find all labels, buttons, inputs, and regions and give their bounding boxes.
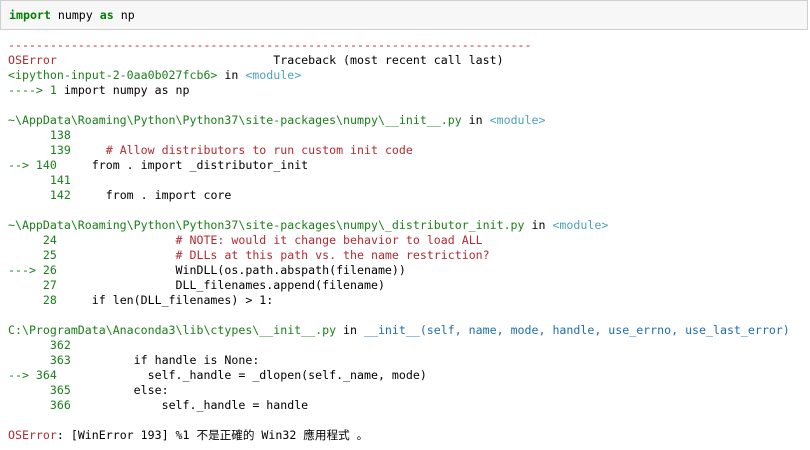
module-name: numpy	[50, 8, 100, 22]
line-arrow	[8, 278, 43, 292]
line-arrow	[8, 128, 50, 142]
final-error: OSError: [WinError 193] %1 不是正確的 Win32 應…	[8, 428, 810, 443]
line-arrow	[8, 383, 50, 397]
line-code: self._handle = _dlopen(self._name, mode)	[56, 368, 427, 382]
line-arrow: -->	[8, 158, 36, 172]
code-input-cell[interactable]: import numpy as np	[0, 0, 808, 30]
error-type: OSError	[8, 53, 57, 67]
frame-file: ~\AppData\Roaming\Python\Python37\site-p…	[8, 113, 462, 127]
line-number: 26	[42, 263, 57, 277]
code-line-current: --> 140 from . import _distributor_init	[8, 158, 810, 173]
traceback-title: Traceback (most recent call last)	[56, 53, 504, 67]
code-line: 142 from . import core	[8, 188, 810, 203]
code-line: 24 # NOTE: would it change behavior to l…	[8, 233, 810, 248]
line-number: 365	[49, 383, 71, 397]
frame-location: ~\AppData\Roaming\Python\Python37\site-p…	[8, 218, 810, 233]
line-code: if handle is None:	[70, 353, 260, 367]
line-number: 141	[49, 173, 71, 187]
frame-location: <ipython-input-2-0aa0b027fcb6> in <modul…	[8, 68, 810, 83]
line-arrow	[8, 188, 50, 202]
traceback-header: OSError Traceback (most recent call last…	[8, 53, 810, 68]
line-arrow	[8, 233, 43, 247]
frame-function: <module>	[489, 113, 546, 127]
code-line-current: ----> 1 import numpy as np	[8, 83, 810, 98]
code-line: 363 if handle is None:	[8, 353, 810, 368]
line-code: DLL_filenames.append(filename)	[56, 278, 385, 292]
module-alias: np	[113, 8, 135, 22]
line-code: # DLLs at this path vs. the name restric…	[56, 248, 490, 262]
keyword-as: as	[99, 8, 114, 22]
line-arrow	[8, 338, 50, 352]
code-line: 25 # DLLs at this path vs. the name rest…	[8, 248, 810, 263]
line-number: 24	[42, 233, 57, 247]
frame-file: ~\AppData\Roaming\Python\Python37\site-p…	[8, 218, 525, 232]
code-line-current: ---> 26 WinDLL(os.path.abspath(filename)…	[8, 263, 810, 278]
code-line: 28 if len(DLL_filenames) > 1:	[8, 293, 810, 308]
keyword-import: import	[9, 8, 51, 22]
code-line: 365 else:	[8, 383, 810, 398]
line-code: # Allow distributors to run custom init …	[70, 143, 413, 157]
line-number: 139	[49, 143, 71, 157]
code-line: 362	[8, 338, 810, 353]
line-number: 140	[35, 158, 57, 172]
line-number: 138	[49, 128, 71, 142]
line-code: self._handle = handle	[70, 398, 309, 412]
frame-location: ~\AppData\Roaming\Python\Python37\site-p…	[8, 113, 810, 128]
frame-function: <module>	[245, 68, 302, 82]
frame-in-word: in	[524, 218, 553, 232]
code-line: 141	[8, 173, 810, 188]
code-line: 138	[8, 128, 810, 143]
line-arrow: ---->	[8, 83, 50, 97]
frame-location: C:\ProgramData\Anaconda3\lib\ctypes\__in…	[8, 323, 810, 338]
line-code: from . import _distributor_init	[56, 158, 309, 172]
code-line: 27 DLL_filenames.append(filename)	[8, 278, 810, 293]
line-arrow	[8, 398, 50, 412]
traceback-separator: ----------------------------------------…	[8, 38, 532, 52]
final-error-message: : [WinError 193] %1 不是正確的 Win32 應用程式 。	[56, 428, 369, 442]
frame-in-word: in	[217, 68, 246, 82]
line-number: 362	[49, 338, 71, 352]
code-line: 139 # Allow distributors to run custom i…	[8, 143, 810, 158]
line-number: 366	[49, 398, 71, 412]
line-number: 27	[42, 278, 57, 292]
line-code: WinDLL(os.path.abspath(filename))	[56, 263, 406, 277]
line-arrow	[8, 293, 43, 307]
frame-function: __init__(self, name, mode, handle, use_e…	[363, 323, 790, 337]
code-line: 366 self._handle = handle	[8, 398, 810, 413]
code-line-current: --> 364 self._handle = _dlopen(self._nam…	[8, 368, 810, 383]
line-arrow: --->	[8, 263, 43, 277]
line-arrow	[8, 173, 50, 187]
line-arrow	[8, 143, 50, 157]
line-code: from . import core	[70, 188, 232, 202]
line-number: 1	[49, 83, 57, 97]
line-number: 28	[42, 293, 57, 307]
line-number: 364	[35, 368, 57, 382]
frame-file: C:\ProgramData\Anaconda3\lib\ctypes\__in…	[8, 323, 337, 337]
traceback-output: ----------------------------------------…	[8, 38, 810, 450]
final-error-type: OSError	[8, 428, 57, 442]
cell-source[interactable]: import numpy as np	[9, 8, 135, 22]
line-number: 363	[49, 353, 71, 367]
frame-file: <ipython-input-2-0aa0b027fcb6>	[8, 68, 218, 82]
line-number: 25	[42, 248, 57, 262]
line-code: # NOTE: would it change behavior to load…	[56, 233, 483, 247]
line-code: import numpy as np	[56, 83, 190, 97]
line-arrow	[8, 353, 50, 367]
line-arrow: -->	[8, 368, 36, 382]
line-code: if len(DLL_filenames) > 1:	[56, 293, 274, 307]
line-arrow	[8, 248, 43, 262]
line-code: else:	[70, 383, 169, 397]
line-number: 142	[49, 188, 71, 202]
frame-in-word: in	[461, 113, 490, 127]
frame-function: <module>	[552, 218, 609, 232]
frame-in-word: in	[336, 323, 364, 337]
